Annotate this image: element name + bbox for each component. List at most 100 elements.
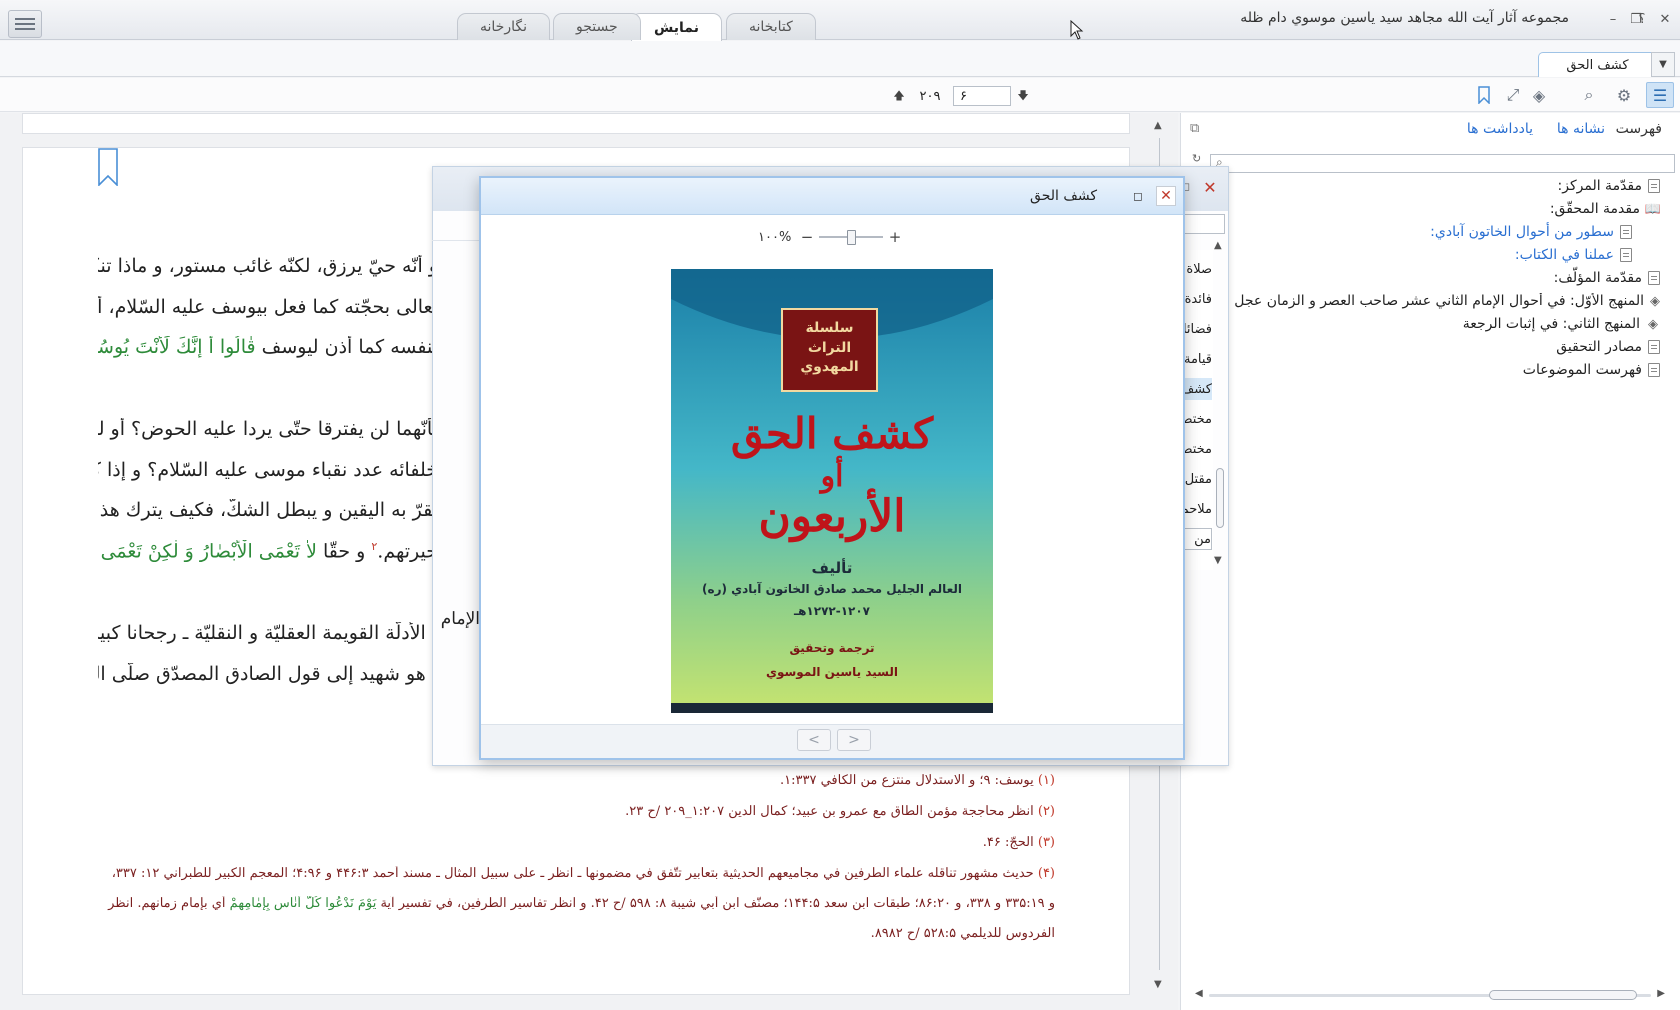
list-item[interactable]: فائدة [1182,288,1212,310]
cover-translator-label: ترجمة وتحقيق [789,641,875,655]
dialog-footer [481,724,1183,758]
toolbar [0,78,1680,112]
close-button[interactable]: ✕ [1156,186,1176,206]
list-item[interactable]: مقتل [1182,468,1212,490]
background-list-scrollbar[interactable]: ▲ ▼ [1212,240,1228,570]
chevron-down-icon[interactable]: ▼ [1651,52,1675,77]
cover-series: سلسلة التراث المهدوي [800,320,859,376]
text-line: خلفائه عدد نقباء موسى عليه السّلام؟ و إذ… [98,459,438,481]
previous-image-button[interactable]: < [797,729,831,751]
tab-gallery[interactable]: نگارخانه [457,13,550,40]
margin-text: الإمام [440,609,480,629]
page-bookmark-icon[interactable] [97,148,119,190]
list-item[interactable]: قيامة [1182,348,1212,370]
toc-horizontal-scrollbar[interactable]: ◀ ▶ [1195,988,1665,1002]
toc-item[interactable]: فهرست الموضوعات [1523,362,1660,378]
panel-dock-icon[interactable]: ⧉ [1190,121,1199,136]
previous-page [22,113,1130,134]
cover-author: العالم الجليل محمد صادق الخاتون آبادي (ر… [702,582,962,596]
tab-library[interactable]: کتابخانه [726,13,816,40]
refresh-icon[interactable]: ↻ [1192,152,1201,165]
window-title: مجموعه آثار آیت الله مجاهد سید یاسین موس… [1240,10,1569,26]
text-line: تعالى بحجّته كما فعل بيوسف عليه السّلام،… [98,296,438,318]
restore-button[interactable]: ❐ [1627,10,1645,28]
page-number-input[interactable]: ۶ [953,86,1011,106]
bookmark-icon[interactable] [1473,84,1495,106]
footnote: (۲) انظر محاججة مؤمن الطاق مع عمرو بن عب… [625,804,1055,819]
zoom-in-icon[interactable]: + [887,228,903,246]
gear-icon[interactable]: ⚙ [1613,84,1635,106]
next-page-arrow-icon[interactable]: 🡇 [1015,87,1031,105]
scroll-up-arrow-icon[interactable]: ▲ [1214,240,1222,251]
fullscreen-icon[interactable]: ⤢ [1502,84,1524,106]
sidebar-tab-index[interactable]: فهرست [1616,121,1662,137]
list-item[interactable]: مختصر [1182,408,1212,430]
tab-search[interactable]: جستجو [553,13,641,40]
quran-verse: لاٰ تَعْمَى الْأَبْصٰارُ وَ لٰكِنْ تَعْم… [100,540,317,563]
footnote-continuation: و ۳۳۵:۱۹ و ۳۳۸، و ۸۶:۲۰؛ طبقات ابن سعد ۱… [108,896,1055,911]
zoom-slider-handle[interactable] [847,230,856,245]
footnote-continuation: الفردوس للديلمي ۵۲۸:۵ /ح ۸۹۸۲. [870,926,1055,941]
scroll-right-arrow-icon[interactable]: ▶ [1657,988,1665,999]
text-line: يقرّ به اليقين و يبطل الشكّ، فكيف يترك ه… [98,499,438,521]
prev-page-arrow-icon[interactable]: 🡅 [891,87,907,105]
cover-subtitle: الأربعون [758,491,906,542]
footnote: (۳) الحجّ: ۴۶. [982,835,1055,850]
close-icon[interactable]: ✕ [1656,10,1674,28]
cover-title-or: أو [820,459,844,494]
toc-item[interactable]: مقدّمة المؤلّف: [1554,270,1660,286]
maximize-icon[interactable]: ◻ [1129,187,1147,205]
toc-item[interactable]: مقدّمة المركز: [1558,178,1660,194]
image-viewer-dialog: کشف الحق ◻ ✕ ۱۰۰% − + سلسلة التراث المهد… [479,176,1185,760]
document-icon [1620,248,1632,262]
minimize-icon[interactable]: – [1604,10,1622,28]
document-icon [1648,179,1660,193]
layers-icon[interactable]: ◈ [1528,84,1550,106]
sidebar-tab-notes[interactable]: يادداشت ها [1467,121,1533,137]
document-icon [1648,340,1660,354]
main-menu-button[interactable] [8,10,42,38]
layers-icon: ◈ [1648,316,1658,332]
list-item[interactable]: صلاة [1182,258,1212,280]
list-item-selected[interactable]: كشف [1182,378,1212,400]
document-icon [1648,363,1660,377]
scroll-left-arrow-icon[interactable]: ◀ [1195,988,1203,999]
dialog-title: کشف الحق [1030,188,1097,204]
toc-subitem[interactable]: سطور من أحوال الخاتون آبادي: [1430,224,1632,240]
next-image-button[interactable]: > [837,729,871,751]
scroll-up-arrow-icon[interactable]: ▲ [1154,120,1162,131]
footnote: (۱) يوسف: ۹؛ و الاستدلال منتزع من الكافي… [779,773,1055,788]
toc-subitem[interactable]: عملنا في الكتاب: [1515,247,1632,263]
text-line: ، هو شهيد إلى قول الصادق المصدّق صلّى ال… [98,663,438,685]
list-item[interactable]: فضائل [1182,318,1212,340]
toc-item[interactable]: ◈ المنهج الثاني: في إثبات الرجعة [1463,316,1660,332]
toc-search-input[interactable] [1210,154,1675,173]
text-line: بأنّهما لن يفترقا حتّى يردا عليه الحوض؟ … [98,418,438,440]
book-open-icon: 📖 [1644,201,1662,217]
list-item[interactable]: من [1182,528,1212,550]
cover-translator: السيد ياسين الموسوي [765,665,899,679]
cover-author-label: تأليف [811,559,853,577]
quran-verse: قٰالُوا أَ إِنَّكَ لَأَنْتَ يُوسُفُ [98,336,256,358]
text-line: حيرتهم.۲ و حقّا لاٰ تَعْمَى الْأَبْصٰارُ… [100,540,438,563]
list-item[interactable]: ملاحم [1182,498,1212,520]
list-item[interactable]: مختصر [1182,438,1212,460]
text-line: و أنّه حيّ يرزق، لكنّه غائب مستور، و ماذ… [98,255,438,277]
book-cover-image: سلسلة التراث المهدوي كشف الحق أو الأربعو… [671,269,993,713]
toc-item[interactable]: ◈ المنهج الأوّل: في أحوال الإمام الثاني ع… [1180,293,1660,309]
document-icon [1620,225,1632,239]
close-icon[interactable]: ✕ [1199,177,1221,197]
search-icon[interactable]: ⌕ [1578,84,1600,106]
tab-view[interactable]: نمایش [631,13,722,41]
sidebar-tab-bookmarks[interactable]: نشانه ها [1557,121,1605,137]
scroll-down-arrow-icon[interactable]: ▼ [1154,979,1162,990]
zoom-out-icon[interactable]: − [799,228,815,246]
toc-item[interactable]: 📖 مقدمة المحقّق: [1550,201,1662,217]
toc-item[interactable]: مصادر التحقيق [1556,339,1660,355]
mouse-cursor-icon [1070,19,1084,44]
text-line: بنفسه كما أذن ليوسف قٰالُوا أَ إِنَّكَ ل… [98,336,438,358]
toc-list-icon[interactable]: ☰ [1646,82,1674,108]
tab-book-kashf-al-haq[interactable]: کشف الحق [1538,52,1657,77]
background-search-input[interactable] [1181,214,1225,234]
scroll-down-arrow-icon[interactable]: ▼ [1214,555,1222,566]
